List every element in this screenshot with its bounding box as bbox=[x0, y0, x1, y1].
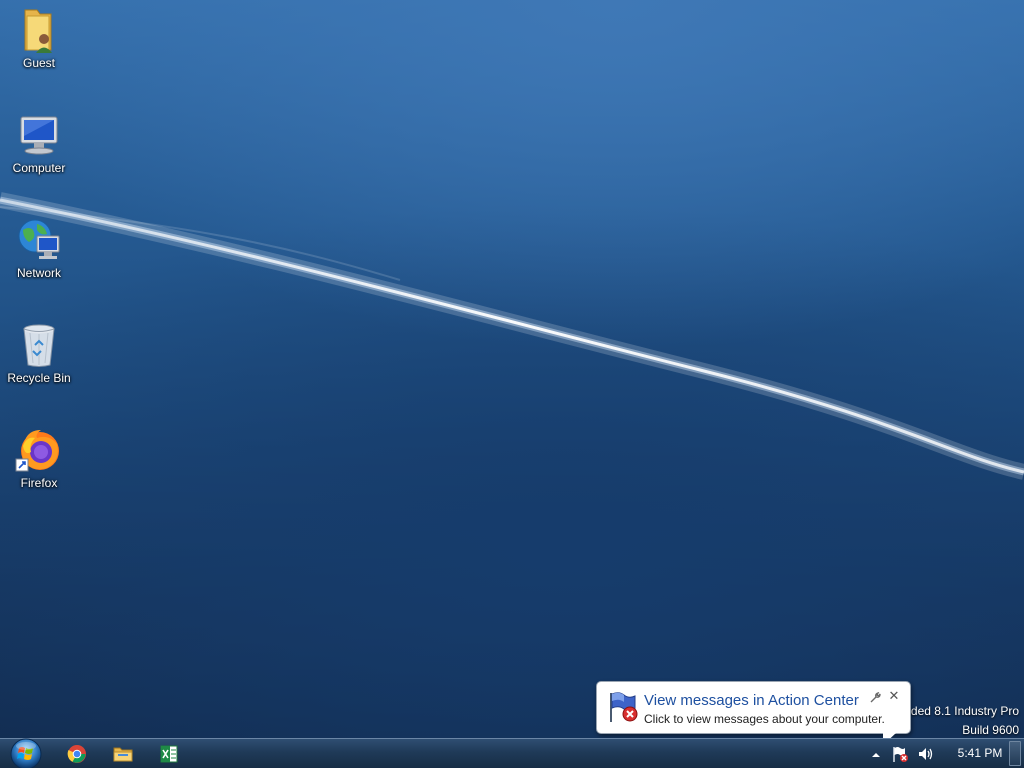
firefox-icon bbox=[15, 426, 63, 474]
wrench-icon[interactable] bbox=[869, 691, 881, 703]
excel-icon bbox=[160, 745, 178, 763]
desktop[interactable]: Guest Computer Network Recycle Bin Firef… bbox=[0, 0, 1024, 738]
desktop-icon-network[interactable]: Network bbox=[1, 216, 77, 280]
network-icon bbox=[15, 216, 63, 264]
taskbar-app-excel[interactable] bbox=[149, 741, 189, 767]
volume-icon[interactable] bbox=[917, 746, 935, 762]
desktop-icon-label: Recycle Bin bbox=[7, 371, 71, 385]
taskbar-clock[interactable]: 5:41 PM bbox=[950, 746, 1010, 760]
show-desktop-button[interactable] bbox=[1009, 741, 1021, 766]
system-tray: 5:41 PM bbox=[864, 739, 1024, 768]
wallpaper-light-streak bbox=[0, 192, 1024, 480]
computer-icon bbox=[15, 111, 63, 159]
desktop-icon-guest[interactable]: Guest bbox=[1, 6, 77, 70]
recycle-bin-icon bbox=[15, 321, 63, 369]
desktop-icon-firefox[interactable]: Firefox bbox=[1, 426, 77, 490]
file-explorer-icon bbox=[113, 747, 133, 762]
notification-title[interactable]: View messages in Action Center bbox=[644, 692, 859, 709]
desktop-icon-label: Network bbox=[16, 266, 61, 280]
taskbar: 5:41 PM bbox=[0, 738, 1024, 768]
windows-start-orb-icon bbox=[10, 738, 42, 768]
desktop-icon-label: Computer bbox=[12, 161, 66, 175]
chrome-icon bbox=[67, 745, 86, 763]
watermark-build: Build 9600 bbox=[962, 723, 1019, 737]
action-center-notification[interactable]: View messages in Action Center Click to … bbox=[596, 681, 911, 734]
taskbar-app-chrome[interactable] bbox=[57, 741, 97, 767]
watermark-edition: lded 8.1 Industry Pro bbox=[908, 704, 1019, 718]
desktop-icon-recycle-bin[interactable]: Recycle Bin bbox=[1, 321, 77, 385]
show-hidden-icons-icon[interactable] bbox=[871, 747, 881, 757]
action-center-flag-icon[interactable] bbox=[891, 745, 909, 763]
start-button[interactable] bbox=[8, 737, 44, 768]
action-center-flag-icon bbox=[607, 690, 641, 724]
taskbar-app-file-explorer[interactable] bbox=[103, 741, 143, 767]
desktop-icon-label: Firefox bbox=[20, 476, 58, 490]
notification-text[interactable]: Click to view messages about your comput… bbox=[644, 712, 885, 726]
desktop-icon-computer[interactable]: Computer bbox=[1, 111, 77, 175]
notification-close-button[interactable]: ✕ bbox=[886, 688, 902, 704]
os-build-watermark: lded 8.1 Industry Pro Build 9600 bbox=[908, 702, 1019, 738]
user-folder-icon bbox=[15, 6, 63, 54]
desktop-icon-label: Guest bbox=[22, 56, 55, 70]
